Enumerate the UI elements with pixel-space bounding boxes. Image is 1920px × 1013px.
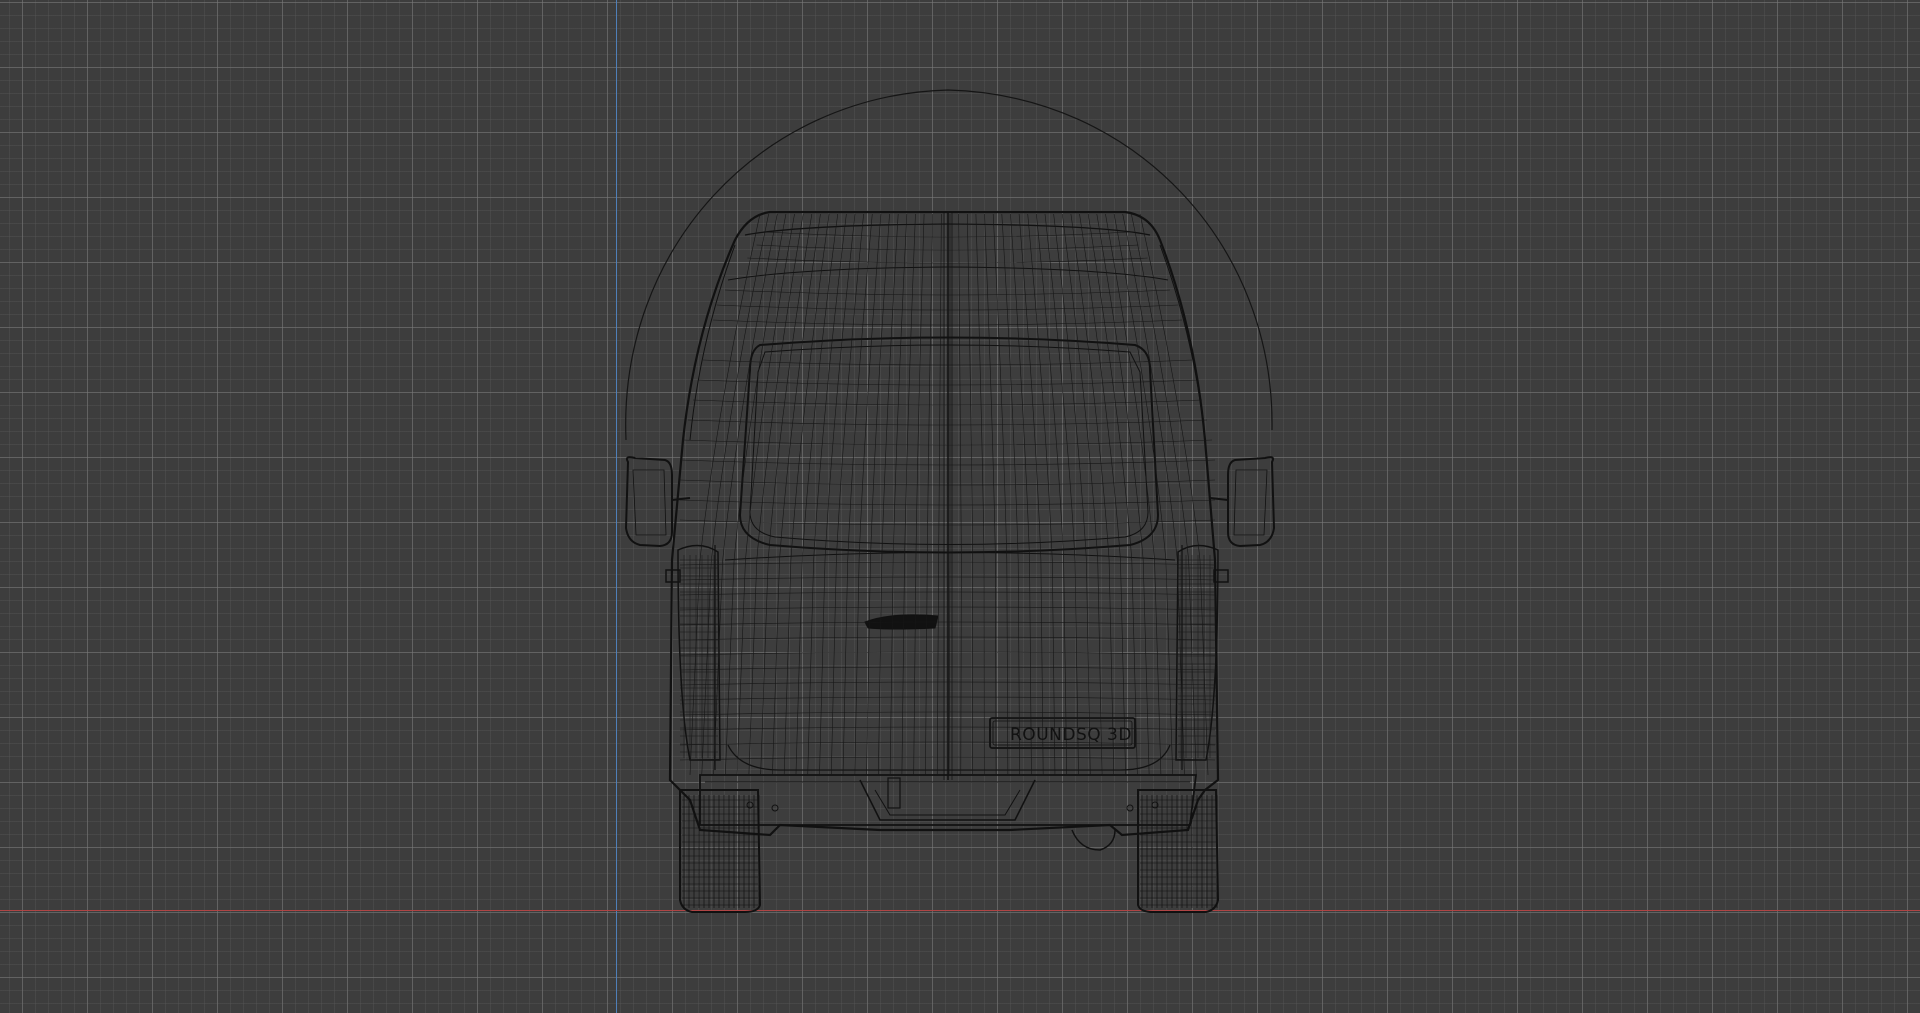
van-wireframe-model[interactable]: ROUNDSQ 3D xyxy=(0,0,1920,1013)
mirror-right xyxy=(1209,456,1276,583)
light-radius-circle xyxy=(625,89,1273,441)
wheel-right xyxy=(1137,789,1220,913)
3d-viewport[interactable]: ROUNDSQ 3D xyxy=(0,0,1920,1013)
license-plate-text: ROUNDSQ 3D xyxy=(1010,725,1132,745)
van-body xyxy=(668,210,1220,851)
